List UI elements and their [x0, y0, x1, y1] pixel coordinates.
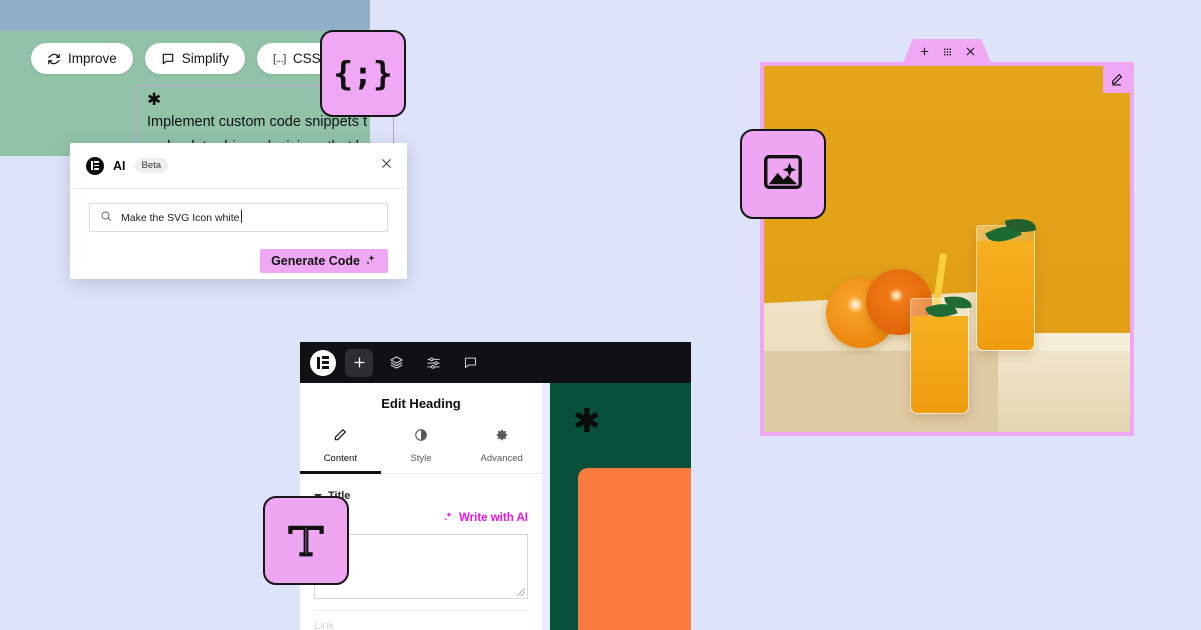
- css-label: CSS: [292, 51, 321, 66]
- ai-dialog-actions: Generate Code: [89, 249, 388, 273]
- tab-advanced[interactable]: Advanced: [461, 423, 542, 473]
- beta-badge: Beta: [134, 158, 169, 173]
- image-ai-icon: [760, 149, 806, 200]
- panel-tabs: Content Style Advanced: [300, 423, 542, 474]
- ai-prompt-input[interactable]: Make the SVG Icon white: [89, 203, 388, 232]
- tab-content[interactable]: Content: [300, 423, 381, 474]
- image-widget-badge[interactable]: [740, 129, 826, 219]
- background-band-blue: [0, 0, 370, 31]
- elementor-logo-icon[interactable]: [310, 349, 336, 376]
- ai-dialog-body: Make the SVG Icon white Generate Code: [70, 189, 407, 273]
- canvas-orange-card: [578, 468, 691, 630]
- tab-advanced-label: Advanced: [480, 453, 523, 464]
- code-brackets-icon: {;}: [333, 54, 393, 93]
- sparkle-icon: [365, 254, 377, 269]
- image-widget-card[interactable]: [760, 62, 1134, 436]
- ai-dialog: AI Beta Make the SVG Icon white Generate: [70, 143, 407, 279]
- screenshot-stage: Improve Simplify [...] CSS ✱ Implement c…: [0, 0, 1201, 630]
- ai-dialog-header: AI Beta: [70, 143, 407, 189]
- ai-actions-toolbar: Improve Simplify [...] CSS: [31, 43, 337, 74]
- ai-dialog-title: AI: [113, 158, 126, 173]
- add-widget-button[interactable]: [919, 46, 930, 57]
- tab-style-label: Style: [410, 453, 432, 464]
- write-with-ai-label: Write with AI: [459, 512, 528, 524]
- elementor-logo-icon: [86, 156, 104, 175]
- improve-button[interactable]: Improve: [31, 43, 133, 74]
- typography-icon: [283, 518, 329, 564]
- brackets-icon: [...]: [273, 52, 286, 65]
- add-element-button[interactable]: [345, 348, 373, 377]
- simplify-button[interactable]: Simplify: [144, 43, 246, 74]
- next-field-label: Link: [314, 620, 335, 630]
- grid-dots-icon[interactable]: [942, 46, 953, 57]
- editor-canvas: ✱: [542, 383, 691, 630]
- sparkle-icon: [443, 511, 454, 525]
- image-edit-button[interactable]: [1103, 66, 1130, 93]
- tab-style[interactable]: Style: [381, 423, 462, 473]
- code-widget-badge[interactable]: {;}: [320, 30, 406, 117]
- contrast-icon: [381, 428, 462, 443]
- simplify-label: Simplify: [181, 51, 230, 66]
- close-icon[interactable]: [965, 46, 976, 57]
- typography-widget-badge[interactable]: [263, 496, 349, 585]
- close-icon[interactable]: [380, 157, 393, 175]
- editor-topbar: [300, 342, 691, 383]
- comment-icon: [161, 52, 175, 66]
- pencil-icon: [300, 428, 381, 443]
- notes-button[interactable]: [456, 349, 484, 377]
- gear-icon: [461, 428, 542, 443]
- image-widget-toolbar: [903, 39, 991, 63]
- structure-button[interactable]: [382, 349, 410, 377]
- search-icon: [100, 209, 112, 227]
- canvas-asterisk-icon: ✱: [573, 401, 601, 440]
- panel-title: Edit Heading: [381, 396, 461, 411]
- refresh-icon: [47, 52, 61, 66]
- elementor-editor: Edit Heading Content Style Advanced Writ…: [300, 342, 691, 630]
- editor-main: Edit Heading Content Style Advanced Writ…: [300, 383, 691, 630]
- tab-content-label: Content: [323, 453, 357, 464]
- improve-label: Improve: [68, 51, 117, 66]
- ai-prompt-value: Make the SVG Icon white: [121, 209, 243, 224]
- generate-code-button[interactable]: Generate Code: [260, 249, 388, 273]
- settings-button[interactable]: [419, 349, 447, 377]
- orange-juice-illustration: [764, 66, 1130, 432]
- generate-code-label: Generate Code: [271, 254, 360, 268]
